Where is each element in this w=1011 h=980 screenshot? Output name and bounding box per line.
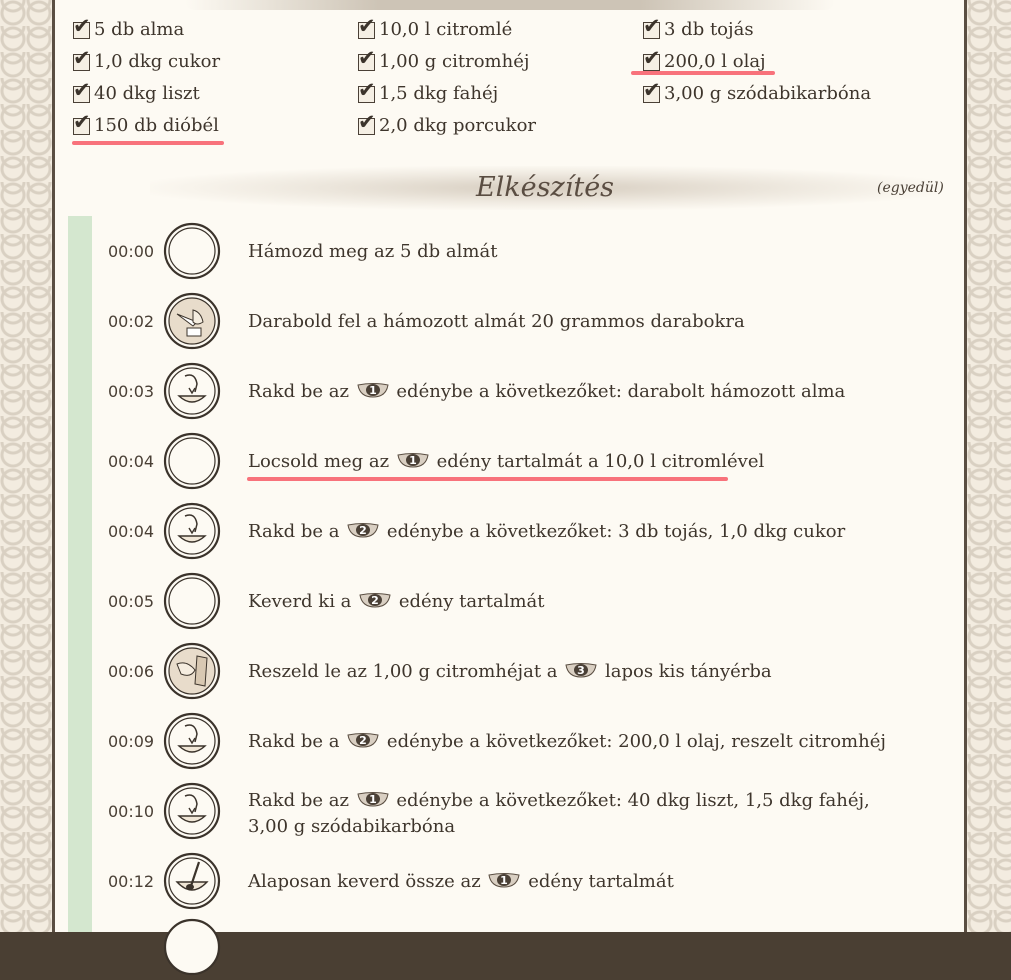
checkbox-icon[interactable] bbox=[643, 14, 661, 39]
ingredient-item[interactable]: 5 db alma bbox=[73, 14, 184, 42]
svg-text:1: 1 bbox=[501, 874, 509, 887]
step-text-part: edénybe a következőket: darabolt hámozot… bbox=[390, 381, 846, 402]
bowl-3-icon: 3 bbox=[563, 661, 599, 682]
step-text: Locsold meg az 1 edény tartalmát a 10,0 … bbox=[248, 449, 898, 475]
step-text-part: Rakd be az bbox=[248, 381, 355, 402]
put-in-bowl-icon bbox=[163, 712, 221, 770]
left-decorative-border bbox=[0, 0, 55, 932]
checkbox-icon[interactable] bbox=[643, 46, 661, 71]
checkbox-icon[interactable] bbox=[643, 78, 661, 103]
step-text-part: edény tartalmát bbox=[522, 871, 674, 892]
checkbox-icon[interactable] bbox=[73, 110, 91, 135]
highlight-underline bbox=[247, 477, 728, 481]
highlight-underline bbox=[631, 71, 775, 75]
step-time: 00:02 bbox=[108, 312, 155, 331]
step-text: Reszeld le az 1,00 g citromhéjat a 3 lap… bbox=[248, 659, 898, 685]
grating-icon bbox=[163, 642, 221, 700]
empty-circle-icon bbox=[163, 432, 221, 490]
top-header-fade bbox=[185, 0, 835, 10]
checkbox-icon[interactable] bbox=[358, 46, 376, 71]
ingredient-item[interactable]: 150 db dióbél bbox=[73, 110, 219, 138]
empty-circle-icon bbox=[163, 572, 221, 630]
svg-text:2: 2 bbox=[359, 734, 367, 747]
highlight-underline bbox=[72, 141, 224, 145]
step-text-part: Reszeld le az 1,00 g citromhéjat a bbox=[248, 661, 564, 682]
checkbox-icon[interactable] bbox=[73, 46, 91, 71]
bowl-2-icon: 2 bbox=[345, 731, 381, 752]
step-text: Rakd be a 2 edénybe a következőket: 3 db… bbox=[248, 519, 898, 545]
step-text: Rakd be az 1 edénybe a következőket: 40 … bbox=[248, 788, 898, 840]
step-text-part: lapos kis tányérba bbox=[599, 661, 772, 682]
step-text-part: Locsold meg az bbox=[248, 451, 395, 472]
step-time: 00:03 bbox=[108, 382, 155, 401]
step-time: 00:04 bbox=[108, 452, 155, 471]
step-text-part: edény tartalmát a 10,0 l citromlével bbox=[430, 451, 765, 472]
right-decorative-border bbox=[964, 0, 1011, 932]
step-text: Darabold fel a hámozott almát 20 grammos… bbox=[248, 309, 898, 335]
recipe-content: 5 db alma 1,0 dkg cukor 40 dkg liszt 150… bbox=[55, 0, 964, 976]
checkbox-icon[interactable] bbox=[73, 78, 91, 103]
step-text: Alaposan keverd össze az 1 edény tartalm… bbox=[248, 869, 898, 895]
bowl-2-icon: 2 bbox=[345, 521, 381, 542]
step-text-part: edénybe a következőket: 3 db tojás, 1,0 … bbox=[381, 521, 846, 542]
step-time: 00:12 bbox=[108, 872, 155, 891]
bowl-1-icon: 1 bbox=[486, 871, 522, 892]
checkbox-icon[interactable] bbox=[358, 78, 376, 103]
step-time: 00:00 bbox=[108, 242, 155, 261]
step-time: 00:10 bbox=[108, 802, 155, 821]
step-text-part: Rakd be a bbox=[248, 521, 346, 542]
single-mode-link[interactable]: (egyedül) bbox=[877, 180, 944, 196]
bowl-1-icon: 1 bbox=[355, 790, 391, 811]
step-text: Rakd be az 1 edénybe a következőket: dar… bbox=[248, 379, 898, 405]
cutting-icon bbox=[163, 292, 221, 350]
ingredient-item[interactable]: 1,5 dkg fahéj bbox=[358, 78, 498, 106]
svg-text:1: 1 bbox=[409, 454, 417, 467]
step-text-part: Alaposan keverd össze az bbox=[248, 871, 487, 892]
step-text: Hámozd meg az 5 db almát bbox=[248, 239, 898, 265]
mixing-icon bbox=[163, 852, 221, 910]
checkbox-icon[interactable] bbox=[358, 14, 376, 39]
step-time: 00:09 bbox=[108, 732, 155, 751]
bowl-1-icon: 1 bbox=[395, 451, 431, 472]
checkbox-icon[interactable] bbox=[358, 110, 376, 135]
ingredient-item[interactable]: 2,0 dkg porcukor bbox=[358, 110, 536, 138]
section-title: Elkészítés bbox=[475, 172, 615, 203]
ingredient-item[interactable]: 1,0 dkg cukor bbox=[73, 46, 220, 74]
step-text-part: Keverd ki a bbox=[248, 591, 358, 612]
put-in-bowl-icon bbox=[163, 782, 221, 840]
step-text-part: Hámozd meg az 5 db almát bbox=[248, 241, 498, 262]
step-text-part: edény tartalmát bbox=[393, 591, 545, 612]
checkbox-icon[interactable] bbox=[73, 14, 91, 39]
step-text: Keverd ki a 2 edény tartalmát bbox=[248, 589, 898, 615]
svg-text:1: 1 bbox=[369, 384, 377, 397]
ingredient-item[interactable]: 1,00 g citromhéj bbox=[358, 46, 529, 74]
bowl-1-icon: 1 bbox=[355, 381, 391, 402]
step-text-part: Rakd be a bbox=[248, 731, 346, 752]
svg-text:1: 1 bbox=[369, 793, 377, 806]
step-icon-partial bbox=[163, 918, 221, 976]
step-text-part: Darabold fel a hámozott almát 20 grammos… bbox=[248, 311, 745, 332]
ingredient-item[interactable]: 3 db tojás bbox=[643, 14, 754, 42]
empty-circle-icon bbox=[163, 222, 221, 280]
step-text: Rakd be a 2 edénybe a következőket: 200,… bbox=[248, 729, 898, 755]
put-in-bowl-icon bbox=[163, 362, 221, 420]
step-time: 00:04 bbox=[108, 522, 155, 541]
ingredient-item[interactable]: 10,0 l citromlé bbox=[358, 14, 512, 42]
svg-text:2: 2 bbox=[371, 594, 379, 607]
step-text-part: Rakd be az bbox=[248, 790, 355, 811]
svg-text:2: 2 bbox=[359, 524, 367, 537]
ingredient-item[interactable]: 40 dkg liszt bbox=[73, 78, 200, 106]
section-header: Elkészítés bbox=[150, 166, 940, 210]
progress-bar bbox=[68, 216, 92, 932]
step-text-part: edénybe a következőket: 200,0 l olaj, re… bbox=[381, 731, 886, 752]
bowl-2-icon: 2 bbox=[357, 591, 393, 612]
put-in-bowl-icon bbox=[163, 502, 221, 560]
step-time: 00:05 bbox=[108, 592, 155, 611]
ingredient-item[interactable]: 3,00 g szódabikarbóna bbox=[643, 78, 871, 106]
step-time: 00:06 bbox=[108, 662, 155, 681]
svg-text:3: 3 bbox=[577, 664, 585, 677]
